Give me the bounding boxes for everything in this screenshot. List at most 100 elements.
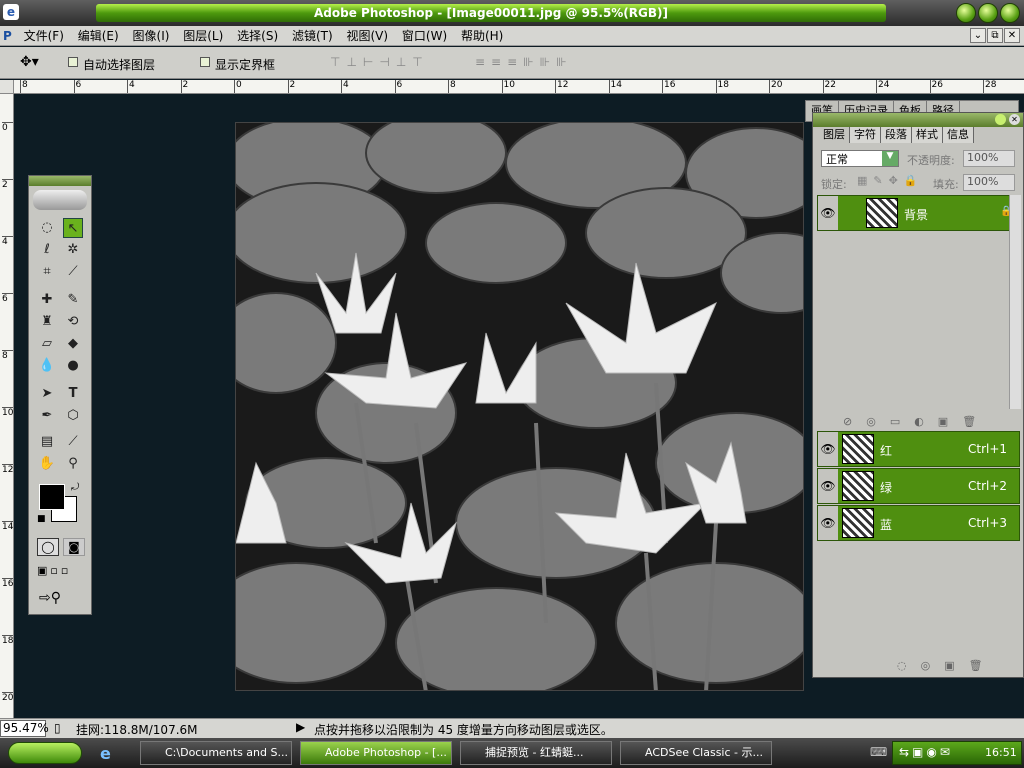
ruler-tick-label: 14 <box>608 80 622 93</box>
start-button[interactable] <box>8 742 82 764</box>
quick-mask-button[interactable]: ◙ <box>63 538 85 556</box>
menu-help[interactable]: 帮助(H) <box>456 26 508 46</box>
eye-icon[interactable]: 👁 <box>818 432 838 466</box>
eye-icon[interactable]: 👁 <box>818 506 838 540</box>
vertical-ruler[interactable]: 0 2 4 6 8 10 12 14 16 18 20 <box>0 94 14 720</box>
hand-tool-icon[interactable]: ✋ <box>37 454 57 474</box>
move-tool-icon[interactable]: ↖ <box>63 218 83 238</box>
tab-paragraph[interactable]: 段落 <box>881 127 912 143</box>
auto-select-checkbox[interactable] <box>68 57 78 67</box>
tab-character[interactable]: 字符 <box>850 127 881 143</box>
maximize-button[interactable] <box>978 3 998 23</box>
panel-close-icon[interactable]: ✕ <box>1009 114 1020 125</box>
paint-bucket-icon[interactable]: ◆ <box>63 334 83 354</box>
task-capture-preview[interactable]: 捕捉预览 - 红蜻蜓... <box>460 741 612 765</box>
pen-tool-icon[interactable]: ✒ <box>37 406 57 426</box>
eye-icon[interactable]: 👁 <box>818 196 838 230</box>
swap-colors-icon[interactable]: ⤾ <box>71 482 79 493</box>
tab-layers[interactable]: 图层 <box>819 127 850 143</box>
status-menu-arrow-icon[interactable]: ▶ <box>296 720 305 734</box>
blur-tool-icon[interactable]: 💧 <box>37 356 57 376</box>
show-bounds-checkbox[interactable] <box>200 57 210 67</box>
zoom-tool-icon[interactable]: ⚲ <box>63 454 83 474</box>
shape-tool-icon[interactable]: ⬡ <box>63 406 83 426</box>
eraser-tool-icon[interactable]: ▱ <box>37 334 57 354</box>
channel-thumbnail <box>842 434 874 464</box>
close-button[interactable] <box>1000 3 1020 23</box>
notes-tool-icon[interactable]: ▤ <box>37 432 57 452</box>
ruler-corner[interactable] <box>0 80 14 94</box>
brush-tool-icon[interactable]: ✎ <box>63 290 83 310</box>
ps-doc-icon[interactable]: P <box>0 26 15 46</box>
doc-restore-button[interactable]: ⧉ <box>987 28 1003 43</box>
slice-tool-icon[interactable]: ⟋ <box>63 262 83 282</box>
clone-stamp-icon[interactable]: ♜ <box>37 312 57 332</box>
channel-row-red[interactable]: 👁 红 Ctrl+1 <box>817 431 1020 467</box>
task-acdsee[interactable]: ACDSee Classic - 示... <box>620 741 772 765</box>
toolbox-title-bar[interactable] <box>29 176 91 186</box>
doc-minimize-button[interactable]: ⌄ <box>970 28 986 43</box>
type-tool-icon[interactable]: T <box>63 384 83 404</box>
opacity-input[interactable]: 100% <box>963 150 1015 167</box>
ie-icon[interactable]: e <box>100 744 111 763</box>
align-buttons-icon[interactable]: ⊤⊥⊢⊣⊥⊤ <box>330 55 429 69</box>
ruler-tick-label: 18 <box>715 80 729 93</box>
doc-info-icon[interactable]: ▯ <box>54 721 61 735</box>
menu-edit[interactable]: 编辑(E) <box>73 26 124 46</box>
screen-mode-icons[interactable]: ▣▫▫ <box>37 564 71 577</box>
layers-panel-title-bar[interactable]: ✕ <box>813 113 1023 127</box>
channel-row-green[interactable]: 👁 绿 Ctrl+2 <box>817 468 1020 504</box>
clock: 16:51 <box>985 746 1017 759</box>
dodge-tool-icon[interactable]: ● <box>63 356 83 376</box>
app-icon[interactable]: e <box>3 4 19 20</box>
menu-select[interactable]: 选择(S) <box>232 26 283 46</box>
doc-close-button[interactable]: ✕ <box>1004 28 1020 43</box>
crop-tool-icon[interactable]: ⌗ <box>37 262 57 282</box>
adobe-logo-icon[interactable] <box>33 190 87 210</box>
channel-thumbnail <box>842 508 874 538</box>
document-canvas[interactable] <box>235 122 804 691</box>
blend-mode-select[interactable]: 正常 ▼ <box>821 150 899 167</box>
task-explorer[interactable]: C:\Documents and S... <box>140 741 292 765</box>
default-colors-icon[interactable]: ■ <box>37 514 46 524</box>
channels-footer-icons[interactable]: ◌◎▣🗑 <box>897 659 997 672</box>
horizontal-ruler[interactable]: 8 6 4 2 0 2 4 6 8 10 12 14 16 18 20 22 24 26 28 <box>14 80 1024 94</box>
standard-mode-button[interactable]: ◯ <box>37 538 59 556</box>
layers-footer-icons[interactable]: ⊘◎▭◐▣🗑 <box>843 415 990 428</box>
tray-icons[interactable]: ⇆▣◉✉ <box>899 745 953 759</box>
doc-info: 挂网:118.8M/107.6M <box>76 723 198 737</box>
zoom-field[interactable]: 95.47% <box>0 720 49 737</box>
ruler-tick-label: 6 <box>2 293 13 304</box>
tab-info[interactable]: 信息 <box>943 127 974 143</box>
minimize-button[interactable] <box>956 3 976 23</box>
path-selection-icon[interactable]: ➤ <box>37 384 57 404</box>
panel-minimize-icon[interactable] <box>995 114 1006 125</box>
channel-row-blue[interactable]: 👁 蓝 Ctrl+3 <box>817 505 1020 541</box>
tab-styles[interactable]: 样式 <box>912 127 943 143</box>
move-tool-preset-icon[interactable]: ✥▾ <box>20 54 39 70</box>
task-photoshop[interactable]: Adobe Photoshop - [... <box>300 741 452 765</box>
magic-wand-icon[interactable]: ✲ <box>63 240 83 260</box>
layer-row-background[interactable]: 👁 背景 🔒 <box>817 195 1020 231</box>
menu-view[interactable]: 视图(V) <box>341 26 393 46</box>
window-title: Adobe Photoshop - [Image00011.jpg @ 95.5… <box>96 4 886 22</box>
menu-file[interactable]: 文件(F) <box>19 26 69 46</box>
lasso-tool-icon[interactable]: ℓ <box>37 240 57 260</box>
menu-filter[interactable]: 滤镜(T) <box>287 26 338 46</box>
menu-layer[interactable]: 图层(L) <box>178 26 228 46</box>
fill-input[interactable]: 100% <box>963 174 1015 191</box>
marquee-tool-icon[interactable]: ◌ <box>37 218 57 238</box>
lock-icons[interactable]: ▦✎✥🔒 <box>857 174 924 187</box>
history-brush-icon[interactable]: ⟲ <box>63 312 83 332</box>
jump-to-imageready-icon[interactable]: ⇨⚲ <box>39 590 61 606</box>
foreground-color-swatch[interactable] <box>39 484 65 510</box>
distribute-buttons-icon[interactable]: ≡≡≡⊪⊪⊪ <box>475 55 573 69</box>
menu-window[interactable]: 窗口(W) <box>397 26 452 46</box>
eyedropper-icon[interactable]: ⟋ <box>63 432 83 452</box>
menu-image[interactable]: 图像(I) <box>128 26 175 46</box>
keyboard-icon[interactable]: ⌨ <box>870 745 887 759</box>
healing-brush-icon[interactable]: ✚ <box>37 290 57 310</box>
panel-scrollbar[interactable] <box>1009 195 1021 409</box>
eye-icon[interactable]: 👁 <box>818 469 838 503</box>
layers-panel: ✕ 图层 字符 段落 样式 信息 正常 ▼ 不透明度: 100% 锁定: ▦✎✥🔒 填充… <box>812 112 1024 678</box>
